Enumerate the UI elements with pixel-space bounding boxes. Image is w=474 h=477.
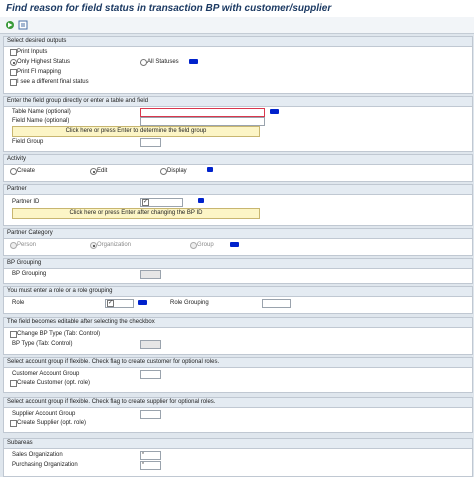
display-radio[interactable] [160,168,167,175]
purchasing-org-input[interactable]: * [140,461,161,470]
partner-section: Partner Partner ID Click here or press E… [3,184,473,226]
partner-id-label: Partner ID [12,199,40,205]
group-radio[interactable] [190,242,197,249]
section-title: Select desired outputs [4,37,472,47]
person-label: Person [17,242,37,248]
redaction-mark [189,59,198,64]
field-group-section: Enter the field group directly or enter … [3,96,473,152]
different-final-checkbox[interactable] [10,79,17,86]
section-title: Select account group if flexible. Check … [4,398,472,408]
table-name-label: Table Name (optional) [12,109,71,115]
customer-account-group-input[interactable] [140,370,161,379]
bp-grouping-section: BP Grouping BP Grouping [3,258,473,284]
section-title: Partner [4,185,472,195]
edit-radio[interactable] [90,168,97,175]
subareas-section: Subareas Sales Organization * Purchasing… [3,438,473,477]
role-label: Role [12,300,25,306]
toolbar [0,17,474,34]
create-radio[interactable] [10,168,17,175]
role-grouping-label: Role Grouping [170,300,209,306]
window-title: Find reason for field status in transact… [6,3,332,14]
sales-org-input[interactable]: * [140,451,161,460]
print-fi-label: Print FI mapping [17,69,62,75]
table-name-input[interactable] [140,108,265,117]
create-label: Create [17,168,36,174]
bp-grouping-label: BP Grouping [12,271,47,277]
section-title: Activity [4,155,472,165]
only-highest-radio[interactable] [10,59,17,66]
outputs-section: Select desired outputs Print Inputs Only… [3,36,473,94]
editable-section: The field becomes editable after selecti… [3,317,473,355]
bp-grouping-input[interactable] [140,270,161,279]
only-highest-label: Only Highest Status [17,59,71,65]
field-name-label: Field Name (optional) [12,118,70,124]
create-supplier-checkbox[interactable] [10,420,17,427]
redaction-mark [138,300,147,305]
print-inputs-checkbox[interactable] [10,49,17,56]
print-fi-checkbox[interactable] [10,69,17,76]
partner-id-flag [142,198,149,206]
activity-section: Activity Create Edit Display [3,154,473,182]
bp-type-input[interactable] [140,340,161,349]
create-customer-checkbox[interactable] [10,380,17,387]
organization-radio[interactable] [90,242,97,249]
edit-label: Edit [97,168,108,174]
create-supplier-label: Create Supplier (opt. role) [17,420,87,426]
section-title: Select account group if flexible. Check … [4,358,472,368]
supplier-account-group-label: Supplier Account Group [12,411,76,417]
role-flag [107,299,114,307]
role-grouping-input[interactable] [262,299,291,308]
redaction-mark [207,167,213,172]
section-title: BP Grouping [4,259,472,269]
field-group-input[interactable] [140,138,161,147]
redaction-mark [198,198,204,203]
supplier-account-group-input[interactable] [140,410,161,419]
section-title: Enter the field group directly or enter … [4,97,472,107]
group-label: Group [197,242,214,248]
section-title: Partner Category [4,229,472,239]
get-variant-icon[interactable] [18,20,28,30]
execute-icon[interactable] [5,20,15,30]
section-title: The field becomes editable after selecti… [4,318,472,328]
customer-account-group-label: Customer Account Group [12,371,80,377]
all-statuses-radio[interactable] [140,59,147,66]
sales-org-label: Sales Organization [12,452,63,458]
change-bp-button[interactable]: Click here or press Enter after changing… [12,208,260,219]
redaction-mark [270,109,279,114]
supplier-section: Select account group if flexible. Check … [3,397,473,433]
determine-field-group-button[interactable]: Click here or press Enter to determine t… [12,126,260,137]
customer-section: Select account group if flexible. Check … [3,357,473,393]
section-title: Subareas [4,439,472,449]
section-title: You must enter a role or a role grouping [4,287,472,297]
print-inputs-label: Print Inputs [17,49,48,55]
create-customer-label: Create Customer (opt. role) [17,380,91,386]
field-group-label: Field Group [12,139,44,145]
display-label: Display [167,168,187,174]
change-bp-type-checkbox[interactable] [10,331,17,338]
different-final-label: I see a different final status [17,79,89,85]
field-name-input[interactable] [140,117,265,126]
organization-label: Organization [97,242,132,248]
title-bar: Find reason for field status in transact… [0,0,474,17]
redaction-mark [230,242,239,247]
change-bp-type-label: Change BP Type (Tab: Control) [17,331,101,337]
purchasing-org-label: Purchasing Organization [12,462,78,468]
all-statuses-label: All Statuses [147,59,179,65]
role-section: You must enter a role or a role grouping… [3,286,473,314]
partner-category-section: Partner Category Person Organization Gro… [3,228,473,256]
bp-type-label: BP Type (Tab: Control) [12,341,73,347]
person-radio[interactable] [10,242,17,249]
